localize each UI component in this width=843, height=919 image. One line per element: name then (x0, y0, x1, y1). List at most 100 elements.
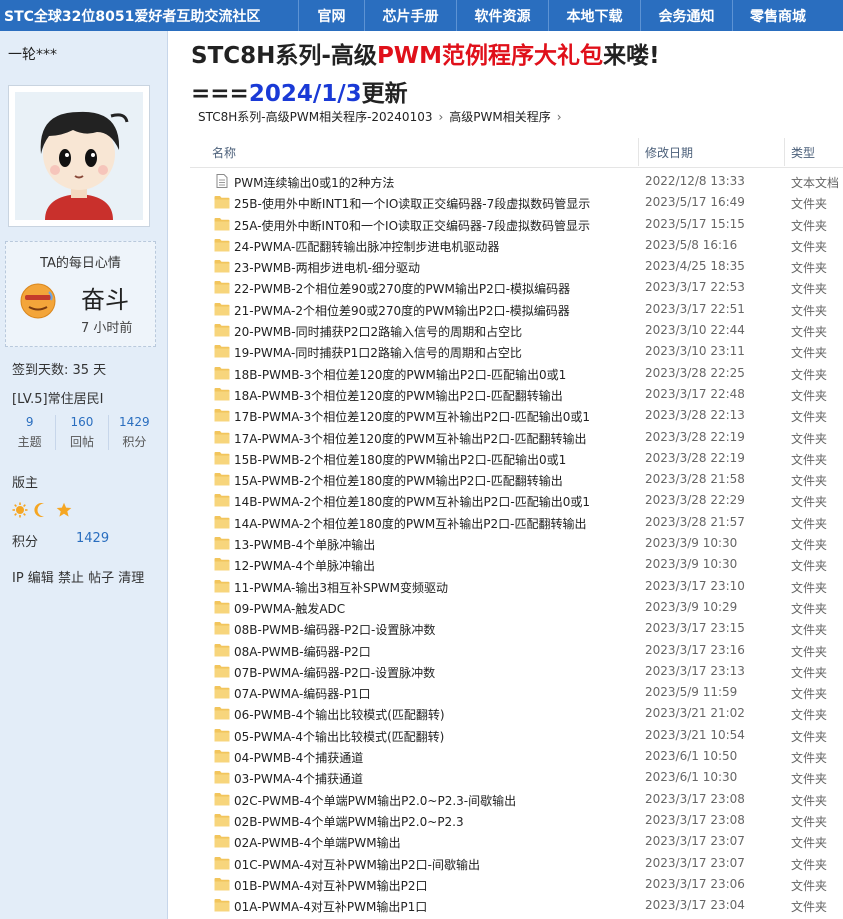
file-name[interactable]: 04-PWMB-4个捕获通道 (234, 749, 363, 766)
file-name[interactable]: 07A-PWMA-编码器-P1口 (234, 685, 370, 702)
file-row[interactable]: 15B-PWMB-2个相位差180度的PWM输出P2口-匹配输出0或1 2023/… (190, 448, 843, 469)
file-row[interactable]: 02B-PWMB-4个单端PWM输出P2.0~P2.3 2023/3/17 23:… (190, 810, 843, 831)
file-name[interactable]: 08B-PWMB-编码器-P2口-设置脉冲数 (234, 621, 435, 638)
folder-icon (214, 515, 230, 529)
file-row[interactable]: 11-PWMA-输出3相互补SPWM变频驱动 2023/3/17 23:10 文件夹 (190, 576, 843, 597)
file-row[interactable]: 25B-使用外中断INT1和一个IO读取正交编码器-7段虚拟数码管显示 2023/… (190, 192, 843, 213)
stat-points[interactable]: 1429 积分 (109, 415, 160, 450)
chevron-right-icon[interactable]: › (557, 110, 562, 124)
file-name[interactable]: PWM连续输出0或1的2种方法 (234, 174, 394, 191)
stat-topics-value[interactable]: 9 (4, 415, 55, 429)
file-row[interactable]: 04-PWMB-4个捕获通道 2023/6/1 10:50 文件夹 (190, 746, 843, 767)
file-name[interactable]: 01C-PWMA-4对互补PWM输出P2口-间歇输出 (234, 856, 480, 873)
file-name[interactable]: 14A-PWMA-2个相位差180度的PWM互补输出P2口-匹配翻转输出 (234, 515, 586, 532)
stat-replies[interactable]: 160 回帖 (56, 415, 109, 450)
file-row[interactable]: 18B-PWMB-3个相位差120度的PWM输出P2口-匹配输出0或1 2023/… (190, 363, 843, 384)
breadcrumb-item-root[interactable]: STC8H系列-高级PWM相关程序-20240103 (198, 110, 432, 124)
file-name[interactable]: 01A-PWMA-4对互补PWM输出P1口 (234, 898, 427, 915)
avatar[interactable] (8, 85, 150, 227)
file-name[interactable]: 12-PWMA-4个单脉冲输出 (234, 557, 375, 574)
nav-software[interactable]: 软件资源 (456, 0, 548, 31)
file-name[interactable]: 15B-PWMB-2个相位差180度的PWM输出P2口-匹配输出0或1 (234, 451, 566, 468)
file-name[interactable]: 05-PWMA-4个输出比较模式(匹配翻转) (234, 728, 444, 745)
nav-local-download[interactable]: 本地下载 (548, 0, 640, 31)
file-row[interactable]: 17B-PWMA-3个相位差120度的PWM互补输出P2口-匹配输出0或1 202… (190, 405, 843, 426)
file-row[interactable]: 08A-PWMB-编码器-P2口 2023/3/17 23:16 文件夹 (190, 640, 843, 661)
username[interactable]: 一轮*** (8, 44, 57, 64)
stat-points-value[interactable]: 1429 (109, 415, 160, 429)
file-date: 2023/3/28 21:58 (645, 472, 745, 487)
column-type-header[interactable]: 类型 (791, 144, 815, 161)
stat-topics[interactable]: 9 主题 (4, 415, 57, 450)
file-name[interactable]: 23-PWMB-两相步进电机-细分驱动 (234, 259, 420, 276)
file-name[interactable]: 02B-PWMB-4个单端PWM输出P2.0~P2.3 (234, 813, 464, 830)
file-name[interactable]: 07B-PWMA-编码器-P2口-设置脉冲数 (234, 664, 435, 681)
breadcrumb-item-current[interactable]: 高级PWM相关程序 (449, 110, 550, 124)
stat-replies-value[interactable]: 160 (56, 415, 107, 429)
file-row[interactable]: 14A-PWMA-2个相位差180度的PWM互补输出P2口-匹配翻转输出 2023… (190, 512, 843, 533)
file-row[interactable]: 07A-PWMA-编码器-P1口 2023/5/9 11:59 文件夹 (190, 682, 843, 703)
file-row[interactable]: 23-PWMB-两相步进电机-细分驱动 2023/4/25 18:35 文件夹 (190, 256, 843, 277)
admin-links[interactable]: IP 编辑 禁止 帖子 清理 (12, 569, 157, 588)
file-row[interactable]: 21-PWMA-2个相位差90或270度的PWM输出P2口-模拟编码器 2023/… (190, 299, 843, 320)
nav-meeting-notice[interactable]: 会务通知 (640, 0, 732, 31)
points-value[interactable]: 1429 (76, 531, 109, 546)
file-name[interactable]: 09-PWMA-触发ADC (234, 600, 345, 617)
file-row[interactable]: 14B-PWMA-2个相位差180度的PWM互补输出P2口-匹配输出0或1 202… (190, 490, 843, 511)
top-nav-bar: STC全球32位8051爱好者互助交流社区 官网 芯片手册 软件资源 本地下载 … (0, 0, 843, 31)
file-row[interactable]: 20-PWMB-同时捕获P2口2路输入信号的周期和占空比 2023/3/10 22… (190, 320, 843, 341)
file-name[interactable]: 03-PWMA-4个捕获通道 (234, 770, 363, 787)
file-row[interactable]: 13-PWMB-4个单脉冲输出 2023/3/9 10:30 文件夹 (190, 533, 843, 554)
file-name[interactable]: 24-PWMA-匹配翻转输出脉冲控制步进电机驱动器 (234, 238, 499, 255)
file-row[interactable]: 18A-PWMB-3个相位差120度的PWM输出P2口-匹配翻转输出 2023/3… (190, 384, 843, 405)
file-name[interactable]: 15A-PWMB-2个相位差180度的PWM输出P2口-匹配翻转输出 (234, 472, 563, 489)
file-name[interactable]: 01B-PWMA-4对互补PWM输出P2口 (234, 877, 428, 894)
file-name[interactable]: 21-PWMA-2个相位差90或270度的PWM输出P2口-模拟编码器 (234, 302, 570, 319)
file-row[interactable]: 01C-PWMA-4对互补PWM输出P2口-间歇输出 2023/3/17 23:0… (190, 853, 843, 874)
column-name-header[interactable]: 名称 (212, 144, 236, 161)
file-row[interactable]: 17A-PWMA-3个相位差120度的PWM互补输出P2口-匹配翻转输出 2023… (190, 427, 843, 448)
file-name[interactable]: 25A-使用外中断INT0和一个IO读取正交编码器-7段虚拟数码管显示 (234, 217, 590, 234)
file-row[interactable]: 19-PWMA-同时捕获P1口2路输入信号的周期和占空比 2023/3/10 23… (190, 341, 843, 362)
file-row[interactable]: 02C-PWMB-4个单端PWM输出P2.0~P2.3-间歇输出 2023/3/1… (190, 789, 843, 810)
nav-chip-manual[interactable]: 芯片手册 (364, 0, 456, 31)
file-date: 2023/3/17 23:06 (645, 876, 745, 891)
file-name[interactable]: 11-PWMA-输出3相互补SPWM变频驱动 (234, 579, 448, 596)
file-row[interactable]: 03-PWMA-4个捕获通道 2023/6/1 10:30 文件夹 (190, 767, 843, 788)
file-name[interactable]: 17B-PWMA-3个相位差120度的PWM互补输出P2口-匹配输出0或1 (234, 408, 590, 425)
file-name[interactable]: 13-PWMB-4个单脉冲输出 (234, 536, 375, 553)
file-row[interactable]: 06-PWMB-4个输出比较模式(匹配翻转) 2023/3/21 21:02 文件夹 (190, 703, 843, 724)
file-name[interactable]: 08A-PWMB-编码器-P2口 (234, 643, 371, 660)
file-name[interactable]: 02A-PWMB-4个单端PWM输出 (234, 834, 401, 851)
file-row[interactable]: 01A-PWMA-4对互补PWM输出P1口 2023/3/17 23:04 文件夹 (190, 895, 843, 916)
column-divider[interactable] (638, 138, 639, 166)
file-row[interactable]: PWM连续输出0或1的2种方法 2022/12/8 13:33 文本文档 (190, 171, 843, 192)
file-row[interactable]: 15A-PWMB-2个相位差180度的PWM输出P2口-匹配翻转输出 2023/3… (190, 469, 843, 490)
file-row[interactable]: 01B-PWMA-4对互补PWM输出P2口 2023/3/17 23:06 文件夹 (190, 874, 843, 895)
file-name[interactable]: 22-PWMB-2个相位差90或270度的PWM输出P2口-模拟编码器 (234, 280, 570, 297)
file-name[interactable]: 20-PWMB-同时捕获P2口2路输入信号的周期和占空比 (234, 323, 522, 340)
file-row[interactable]: 25A-使用外中断INT0和一个IO读取正交编码器-7段虚拟数码管显示 2023/… (190, 214, 843, 235)
nav-official-site[interactable]: 官网 (298, 0, 364, 31)
file-row[interactable]: 08B-PWMB-编码器-P2口-设置脉冲数 2023/3/17 23:15 文件夹 (190, 618, 843, 639)
file-name[interactable]: 25B-使用外中断INT1和一个IO读取正交编码器-7段虚拟数码管显示 (234, 195, 590, 212)
column-date-header[interactable]: 修改日期 (645, 144, 693, 161)
file-row[interactable]: 09-PWMA-触发ADC 2023/3/9 10:29 文件夹 (190, 597, 843, 618)
file-row[interactable]: 02A-PWMB-4个单端PWM输出 2023/3/17 23:07 文件夹 (190, 831, 843, 852)
breadcrumb: STC8H系列-高级PWM相关程序-20240103 › 高级PWM相关程序 › (198, 108, 568, 125)
file-row[interactable]: 22-PWMB-2个相位差90或270度的PWM输出P2口-模拟编码器 2023/… (190, 277, 843, 298)
file-row[interactable]: 05-PWMA-4个输出比较模式(匹配翻转) 2023/3/21 10:54 文件夹 (190, 725, 843, 746)
file-name[interactable]: 06-PWMB-4个输出比较模式(匹配翻转) (234, 706, 445, 723)
file-name[interactable]: 14B-PWMA-2个相位差180度的PWM互补输出P2口-匹配输出0或1 (234, 493, 590, 510)
file-name[interactable]: 19-PWMA-同时捕获P1口2路输入信号的周期和占空比 (234, 344, 522, 361)
nav-retail-mall[interactable]: 零售商城 (732, 0, 823, 31)
file-name[interactable]: 17A-PWMA-3个相位差120度的PWM互补输出P2口-匹配翻转输出 (234, 430, 586, 447)
site-title[interactable]: STC全球32位8051爱好者互助交流社区 (0, 6, 298, 26)
file-name[interactable]: 02C-PWMB-4个单端PWM输出P2.0~P2.3-间歇输出 (234, 792, 516, 809)
column-divider[interactable] (784, 138, 785, 166)
file-row[interactable]: 07B-PWMA-编码器-P2口-设置脉冲数 2023/3/17 23:13 文件夹 (190, 661, 843, 682)
file-row[interactable]: 24-PWMA-匹配翻转输出脉冲控制步进电机驱动器 2023/5/8 16:16 文… (190, 235, 843, 256)
file-row[interactable]: 12-PWMA-4个单脉冲输出 2023/3/9 10:30 文件夹 (190, 554, 843, 575)
file-name[interactable]: 18A-PWMB-3个相位差120度的PWM输出P2口-匹配翻转输出 (234, 387, 563, 404)
file-name[interactable]: 18B-PWMB-3个相位差120度的PWM输出P2口-匹配输出0或1 (234, 366, 566, 383)
